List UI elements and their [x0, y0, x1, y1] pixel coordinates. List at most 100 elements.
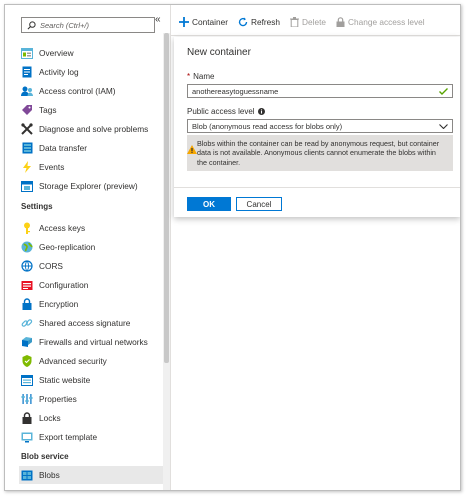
- sidebar-item-storage-explorer[interactable]: Storage Explorer (preview): [21, 177, 161, 195]
- cancel-button[interactable]: Cancel: [236, 197, 282, 211]
- sidebar-item-tags[interactable]: Tags: [21, 101, 161, 119]
- sidebar-item-label: Export template: [39, 432, 98, 442]
- lightning-icon: [21, 161, 33, 173]
- sidebar-item-locks[interactable]: Locks: [21, 409, 161, 427]
- sidebar-item-access-control[interactable]: Access control (IAM): [21, 82, 161, 100]
- link-icon: [21, 317, 33, 329]
- change-access-label: Change access level: [348, 17, 425, 27]
- shield-icon: [21, 355, 33, 367]
- sidebar-item-label: Diagnose and solve problems: [39, 124, 149, 134]
- sidebar-item-geo-replication[interactable]: Geo-replication: [21, 238, 161, 256]
- sidebar-item-label: Tags: [39, 105, 57, 115]
- toolbar-divider: [171, 35, 460, 36]
- search-input[interactable]: [36, 20, 150, 30]
- sidebar-item-configuration[interactable]: Configuration: [21, 276, 161, 294]
- add-container-label: Container: [192, 17, 228, 27]
- sidebar-item-overview[interactable]: Overview: [21, 44, 161, 62]
- info-icon[interactable]: [257, 108, 265, 116]
- tag-icon: [21, 104, 33, 116]
- access-level-label-text: Public access level: [187, 107, 255, 116]
- panel-divider: [174, 187, 460, 188]
- storage-explorer-icon: [21, 180, 33, 192]
- sidebar: Overview Activity log Access control (IA…: [5, 5, 163, 490]
- sidebar-item-label: Storage Explorer (preview): [39, 181, 138, 191]
- sidebar-item-label: Blobs: [39, 470, 60, 480]
- globe-icon: [21, 241, 33, 253]
- search-box[interactable]: [21, 17, 155, 33]
- search-icon: [27, 20, 36, 29]
- sidebar-item-label: Static website: [39, 375, 91, 385]
- delete-button[interactable]: Delete: [290, 17, 326, 27]
- sidebar-item-diagnose[interactable]: Diagnose and solve problems: [21, 120, 161, 138]
- sidebar-item-label: Activity log: [39, 67, 79, 77]
- chevron-down-icon: [439, 123, 448, 129]
- sidebar-divider: [170, 5, 171, 490]
- refresh-label: Refresh: [250, 17, 281, 27]
- lock-icon: [21, 298, 33, 310]
- data-transfer-icon: [21, 142, 33, 154]
- access-level-selected: Blob (anonymous read access for blobs on…: [192, 121, 343, 131]
- refresh-button[interactable]: Refresh: [238, 17, 280, 27]
- sidebar-item-activity-log[interactable]: Activity log: [21, 63, 161, 81]
- checkmark-icon: [439, 87, 448, 95]
- change-access-level-button[interactable]: Change access level: [336, 17, 425, 27]
- ok-button[interactable]: OK: [187, 197, 231, 211]
- sidebar-item-blobs[interactable]: Blobs: [19, 466, 163, 484]
- sidebar-item-label: Shared access signature: [39, 318, 131, 328]
- name-label-text: Name: [193, 72, 215, 81]
- sidebar-item-data-transfer[interactable]: Data transfer: [21, 139, 161, 157]
- sidebar-item-label: Configuration: [39, 280, 89, 290]
- access-level-label: Public access level: [187, 107, 265, 116]
- warning-icon: [187, 145, 197, 154]
- anonymous-access-warning: Blobs within the container can be read b…: [187, 135, 453, 171]
- sidebar-item-encryption[interactable]: Encryption: [21, 295, 161, 313]
- new-container-panel: New container * Name anothereasytoguessna…: [174, 37, 460, 217]
- configuration-icon: [21, 279, 33, 291]
- add-container-button[interactable]: Container: [179, 17, 228, 27]
- sidebar-item-label: Data transfer: [39, 143, 87, 153]
- blobs-icon: [21, 469, 33, 481]
- trash-icon: [290, 17, 300, 27]
- sidebar-item-static-website[interactable]: Static website: [21, 371, 161, 389]
- required-asterisk: *: [187, 72, 191, 81]
- name-field-label: * Name: [187, 72, 214, 81]
- static-website-icon: [21, 374, 33, 386]
- sidebar-item-access-keys[interactable]: Access keys: [21, 219, 161, 237]
- storage-account-blade: Overview Activity log Access control (IA…: [4, 4, 461, 491]
- sidebar-item-label: Encryption: [39, 299, 79, 309]
- container-name-input[interactable]: anothereasytoguessname: [187, 84, 453, 98]
- sidebar-item-export-template[interactable]: Export template: [21, 428, 161, 446]
- sidebar-item-label: Firewalls and virtual networks: [39, 337, 148, 347]
- sidebar-item-label: Geo-replication: [39, 242, 96, 252]
- key-icon: [21, 222, 33, 234]
- sidebar-item-advanced-security[interactable]: Advanced security: [21, 352, 161, 370]
- plus-icon: [179, 17, 189, 27]
- padlock-icon: [21, 412, 33, 424]
- sidebar-item-label: Advanced security: [39, 356, 107, 366]
- properties-icon: [21, 393, 33, 405]
- scrollbar-thumb[interactable]: [164, 33, 169, 363]
- lock-icon: [336, 17, 345, 27]
- firewall-icon: [21, 336, 33, 348]
- sidebar-item-properties[interactable]: Properties: [21, 390, 161, 408]
- delete-label: Delete: [302, 17, 327, 27]
- export-template-icon: [21, 431, 33, 443]
- sidebar-item-firewalls[interactable]: Firewalls and virtual networks: [21, 333, 161, 351]
- sidebar-scrollbar[interactable]: [163, 33, 170, 490]
- container-name-value: anothereasytoguessname: [192, 86, 279, 96]
- panel-title: New container: [187, 47, 251, 58]
- sidebar-item-shared-access-signature[interactable]: Shared access signature: [21, 314, 161, 332]
- collapse-sidebar-icon[interactable]: «: [155, 14, 161, 25]
- sidebar-item-label: CORS: [39, 261, 63, 271]
- overview-icon: [21, 47, 33, 59]
- command-bar: Container Refresh Delete Change access l…: [179, 13, 435, 31]
- refresh-icon: [238, 17, 248, 27]
- activity-log-icon: [21, 66, 33, 78]
- warning-text: Blobs within the container can be read b…: [197, 139, 440, 167]
- sidebar-item-label: Access control (IAM): [39, 86, 116, 96]
- access-level-dropdown[interactable]: Blob (anonymous read access for blobs on…: [187, 119, 453, 133]
- access-control-icon: [21, 85, 33, 97]
- sidebar-item-events[interactable]: Events: [21, 158, 161, 176]
- sidebar-item-label: Access keys: [39, 223, 86, 233]
- sidebar-item-cors[interactable]: CORS: [21, 257, 161, 275]
